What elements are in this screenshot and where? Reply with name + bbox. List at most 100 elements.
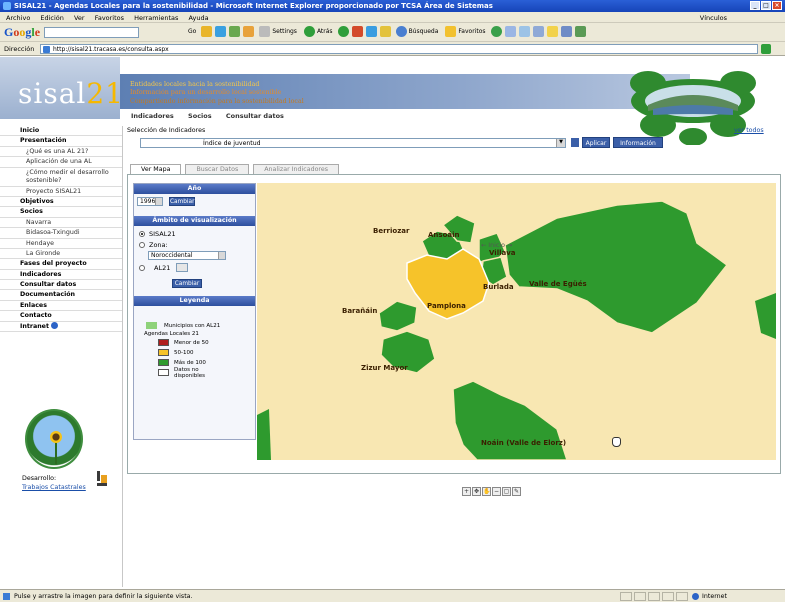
legend-menor-50-label: Menor de 50: [174, 340, 209, 346]
zoom-out-icon[interactable]: −: [492, 487, 501, 496]
legend-header: Leyenda: [134, 296, 255, 306]
address-input[interactable]: http://sisal21.tracasa.es/consulta.aspx: [40, 44, 758, 54]
sidebar-item-bidasoa[interactable]: Bidasoa-Txingudi: [0, 228, 122, 239]
sidebar-item-enlaces[interactable]: Enlaces: [0, 301, 122, 312]
sidebar-item-objetivos[interactable]: Objetivos: [0, 197, 122, 208]
google-search-input[interactable]: [44, 27, 140, 38]
zone-select-value: Noroccidental: [151, 252, 193, 259]
messenger-icon[interactable]: [560, 26, 572, 37]
radio-zona[interactable]: [139, 242, 145, 248]
developer-link[interactable]: Trabajos Catastrales: [22, 484, 86, 491]
favorites-button[interactable]: Favoritos: [443, 26, 487, 37]
radio-al21[interactable]: [139, 265, 145, 271]
edit-icon[interactable]: [532, 26, 544, 37]
ver-todos-link[interactable]: ver todos: [734, 127, 764, 134]
menu-favoritos[interactable]: Favoritos: [95, 14, 124, 22]
folder-icon[interactable]: [546, 26, 558, 37]
year-select[interactable]: 1996: [137, 197, 163, 206]
tagline-2: Información para un desarrollo local sos…: [130, 89, 282, 96]
map-area-baranain: [378, 300, 418, 332]
menu-ver[interactable]: Ver: [74, 14, 85, 22]
print-icon[interactable]: [518, 26, 530, 37]
tab-analizar-indicadores[interactable]: Analizar Indicadores: [253, 164, 340, 174]
menu-archivo[interactable]: Archivo: [6, 14, 30, 22]
zoom-in-icon[interactable]: +: [462, 487, 471, 496]
pan-icon[interactable]: ✥: [472, 487, 481, 496]
sidebar-item-proyecto-sisal21[interactable]: Proyecto SISAL21: [0, 187, 122, 197]
sidebar-item-consultar-datos[interactable]: Consultar datos: [0, 280, 122, 291]
info-tool-icon[interactable]: ✎: [512, 487, 521, 496]
legend-mas-100-label: Más de 100: [174, 360, 206, 366]
address-bar: Dirección http://sisal21.tracasa.es/cons…: [0, 42, 785, 56]
menu-edicion[interactable]: Edición: [40, 14, 64, 22]
status-cells: [620, 592, 688, 601]
aplicar-button[interactable]: Aplicar: [582, 137, 610, 148]
refresh-icon[interactable]: [365, 26, 377, 37]
tab-buscar-datos[interactable]: Buscar Datos: [185, 164, 250, 174]
scope-cambiar-button[interactable]: Cambiar: [172, 279, 202, 288]
sidebar-item-gironde[interactable]: La Gironde: [0, 249, 122, 260]
toolbar: Google Go Settings Atrás Búsqueda Favori…: [0, 23, 785, 42]
home-icon[interactable]: [379, 26, 391, 37]
sidebar-item-que-es-al21[interactable]: ¿Qué es una AL 21?: [0, 147, 122, 158]
map-view[interactable]: Berriozar Ansoáin Villava Burlada Valle …: [257, 183, 776, 460]
legend-swatch-50-100: [158, 349, 169, 356]
sidebar-item-hendaye[interactable]: Hendaye: [0, 239, 122, 249]
sidebar-item-presentacion[interactable]: Presentación: [0, 136, 122, 147]
links-label[interactable]: Vínculos: [700, 14, 727, 22]
sidebar-item-indicadores[interactable]: Indicadores: [0, 270, 122, 281]
search-button[interactable]: Búsqueda: [394, 26, 441, 37]
google-go-button[interactable]: Go: [186, 28, 198, 35]
status-message: Pulse y arrastre la imagen para definir …: [14, 593, 193, 600]
zoom-box-icon[interactable]: ▢: [502, 487, 511, 496]
topnav-socios[interactable]: Socios: [188, 112, 212, 120]
back-arrow-icon: [303, 26, 315, 37]
sunflower-image: [25, 409, 83, 469]
sidebar-item-navarra[interactable]: Navarra: [0, 218, 122, 229]
topnav-consultar-datos[interactable]: Consultar datos: [226, 112, 284, 120]
indicator-selection-label: Selección de Indicadores: [127, 127, 206, 134]
tab-ver-mapa[interactable]: Ver Mapa: [130, 164, 182, 174]
mail-icon[interactable]: [504, 26, 516, 37]
sidebar-item-socios[interactable]: Socios: [0, 207, 122, 218]
maximize-button[interactable]: □: [761, 1, 771, 10]
site-logo[interactable]: sisal21: [18, 77, 124, 110]
status-bar: Pulse y arrastre la imagen para definir …: [0, 589, 785, 602]
informacion-button[interactable]: Información: [613, 137, 663, 148]
sidebar-item-aplicacion-al[interactable]: Aplicación de una AL: [0, 157, 122, 168]
back-button[interactable]: Atrás: [302, 26, 335, 37]
minimize-button[interactable]: _: [750, 1, 760, 10]
hand-tool-icon[interactable]: ✋: [482, 487, 491, 496]
chevron-down-icon: ▼: [556, 139, 565, 147]
map-nav-inicio[interactable]: ← Inicio →: [481, 242, 512, 249]
google-bookmark-icon[interactable]: [201, 26, 213, 37]
topnav-indicadores[interactable]: Indicadores: [131, 112, 174, 120]
stop-icon[interactable]: [351, 26, 363, 37]
zone-select[interactable]: Noroccidental: [148, 251, 226, 260]
sidebar-item-intranet[interactable]: Intranet: [0, 322, 122, 333]
tools-icon[interactable]: [574, 26, 586, 37]
page-content: sisal21 Entidades locales hacia la soste…: [0, 57, 785, 587]
radio-sisal21[interactable]: [139, 231, 145, 237]
forward-arrow-icon[interactable]: [337, 26, 349, 37]
star-icon[interactable]: [243, 26, 255, 37]
history-icon[interactable]: [490, 26, 502, 37]
popup-blocker-icon[interactable]: [229, 26, 241, 37]
indicator-select[interactable]: Índice de juventud ▼: [140, 138, 566, 148]
legend-municipios-label: Municipios con AL21: [164, 323, 221, 329]
al21-select[interactable]: [176, 263, 188, 272]
sidebar-item-inicio[interactable]: Inicio: [0, 126, 122, 137]
menu-ayuda[interactable]: Ayuda: [188, 14, 208, 22]
settings-button[interactable]: Settings: [257, 26, 299, 37]
sidebar-item-como-medir[interactable]: ¿Cómo medir el desarrollo sostenible?: [0, 168, 122, 187]
map-svg: [257, 200, 776, 460]
menu-herramientas[interactable]: Herramientas: [134, 14, 178, 22]
year-cambiar-button[interactable]: Cambiar: [169, 197, 195, 206]
sidebar-item-documentacion[interactable]: Documentación: [0, 290, 122, 301]
go-arrow-icon[interactable]: [761, 44, 771, 54]
page-status-icon: [3, 593, 10, 600]
close-button[interactable]: ×: [772, 1, 782, 10]
favorites-star-icon: [445, 26, 457, 37]
sidebar-item-fases[interactable]: Fases del proyecto: [0, 259, 122, 270]
sidebar-item-contacto[interactable]: Contacto: [0, 311, 122, 322]
